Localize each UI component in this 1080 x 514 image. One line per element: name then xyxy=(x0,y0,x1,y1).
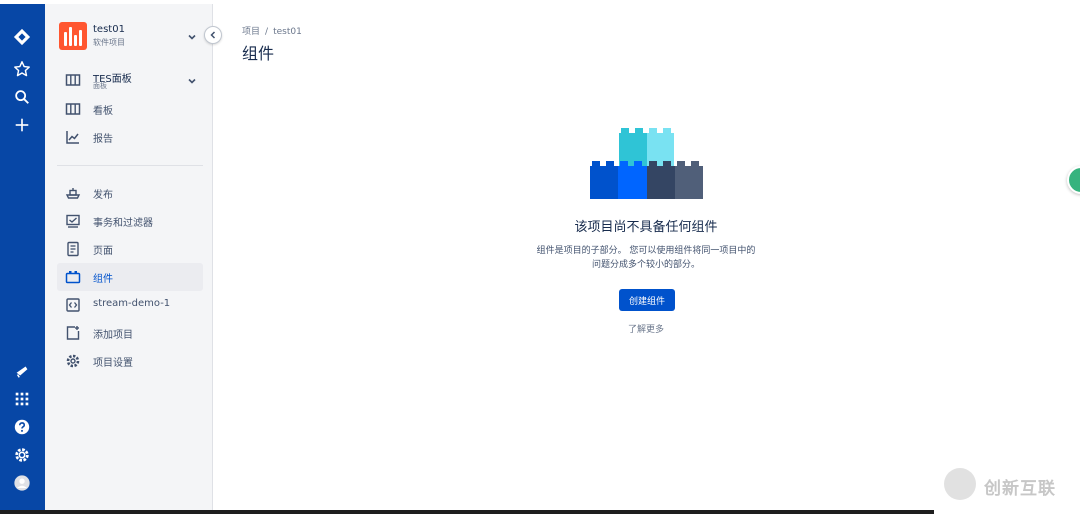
sidebar-item-add-item[interactable]: 添加项目 xyxy=(57,319,203,347)
search-icon[interactable] xyxy=(11,86,33,108)
sidebar-item-pages[interactable]: 页面 xyxy=(57,235,203,263)
breadcrumb-separator: / xyxy=(265,27,269,37)
board-icon xyxy=(65,74,81,86)
gear-icon xyxy=(66,354,80,368)
sidebar-item-label: stream-demo-1 xyxy=(93,298,171,309)
sidebar-item-label: 项目设置 xyxy=(93,358,133,369)
sidebar-item-label: 事务和过滤器 xyxy=(93,218,153,229)
feedback-bubble[interactable] xyxy=(1067,166,1080,194)
sidebar-item-label: 组件 xyxy=(93,274,113,285)
board-selector-sub: 面板 xyxy=(93,82,107,90)
watermark: 创新互联 xyxy=(944,466,1074,502)
user-avatar-icon[interactable] xyxy=(11,472,33,494)
page-icon xyxy=(67,241,79,257)
watermark-logo-icon xyxy=(944,468,976,500)
learn-more-link[interactable]: 了解更多 xyxy=(596,322,696,335)
sidebar-item-components[interactable]: 组件 xyxy=(57,263,203,291)
project-sidebar: test01 软件项目 TES面板 面板 看板 报告 发布 事务和过滤器 页面 … xyxy=(45,4,213,510)
global-nav xyxy=(0,4,45,510)
empty-state-description: 组件是项目的子部分。 您可以使用组件将同一项目中的问题分成多个较小的部分。 xyxy=(536,246,756,270)
breadcrumb-project-link[interactable]: test01 xyxy=(273,27,302,37)
create-component-button[interactable]: 创建组件 xyxy=(619,289,675,311)
settings-gear-icon[interactable] xyxy=(11,444,33,466)
ship-icon xyxy=(65,188,81,199)
sidebar-item-label: 报告 xyxy=(93,134,113,145)
issues-icon xyxy=(66,214,80,228)
chevron-down-icon[interactable] xyxy=(187,32,197,42)
sidebar-item-board[interactable]: 看板 xyxy=(57,95,203,123)
chevron-left-icon xyxy=(210,31,216,39)
taskbar-strip xyxy=(0,510,934,514)
sidebar-divider xyxy=(57,165,203,166)
code-icon xyxy=(66,298,80,312)
breadcrumb: 项目 / test01 xyxy=(242,24,302,37)
help-icon[interactable] xyxy=(11,416,33,438)
sidebar-item-label: 看板 xyxy=(93,106,113,117)
chart-icon xyxy=(66,131,79,144)
star-icon[interactable] xyxy=(11,58,33,80)
components-empty-illustration xyxy=(590,128,703,199)
collapse-sidebar-button[interactable] xyxy=(204,26,222,44)
chevron-down-icon[interactable] xyxy=(187,76,197,86)
project-type: 软件项目 xyxy=(93,38,125,47)
sidebar-item-issues-filters[interactable]: 事务和过滤器 xyxy=(57,207,203,235)
sidebar-item-reports[interactable]: 报告 xyxy=(57,123,203,151)
sidebar-item-label: 发布 xyxy=(93,190,113,201)
project-header[interactable]: test01 软件项目 xyxy=(59,22,199,52)
board-icon xyxy=(65,103,81,115)
app-switcher-icon[interactable] xyxy=(11,388,33,410)
breadcrumb-root-link[interactable]: 项目 xyxy=(242,27,260,37)
page-title: 组件 xyxy=(242,44,275,63)
watermark-text: 创新互联 xyxy=(984,479,1056,499)
sidebar-item-project-settings[interactable]: 项目设置 xyxy=(57,347,203,375)
project-avatar xyxy=(59,22,87,50)
sidebar-item-releases[interactable]: 发布 xyxy=(57,179,203,207)
sidebar-item-stream-demo[interactable]: stream-demo-1 xyxy=(57,291,203,319)
add-item-icon xyxy=(66,326,80,340)
empty-state-title: 该项目尚不具备任何组件 xyxy=(574,220,718,235)
create-plus-icon[interactable] xyxy=(11,114,33,136)
sidebar-item-label: 页面 xyxy=(93,246,113,257)
megaphone-icon[interactable] xyxy=(11,360,33,382)
jira-logo-icon[interactable] xyxy=(11,26,33,48)
board-selector[interactable]: TES面板 面板 xyxy=(57,66,203,94)
component-icon xyxy=(65,271,81,284)
project-name: test01 xyxy=(93,24,125,35)
sidebar-item-label: 添加项目 xyxy=(93,330,133,341)
